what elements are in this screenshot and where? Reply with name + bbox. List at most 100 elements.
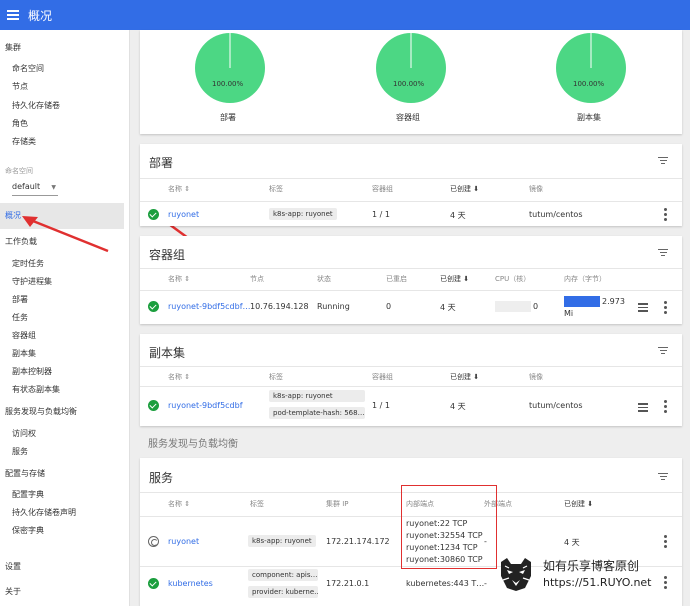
- sidebar-item-secrets[interactable]: 保密字典: [12, 525, 129, 536]
- sidebar-item-namespaces[interactable]: 命名空间: [12, 63, 129, 74]
- donut-label: 容器组: [396, 113, 420, 122]
- label-chip: k8s-app: ruyonet: [248, 535, 316, 547]
- more-vert-icon[interactable]: [664, 400, 667, 413]
- section-header-discovery: 服务发现与负载均衡: [148, 439, 238, 450]
- sidebar-item-deployments[interactable]: 部署: [12, 294, 129, 305]
- sidebar-item-jobs[interactable]: 任务: [12, 312, 129, 323]
- replicaset-name-link[interactable]: ruyonet-9bdf5cdbf: [168, 401, 243, 410]
- watermark-title: 如有乐享博客原创: [543, 559, 640, 573]
- status-pending-icon: [148, 536, 159, 547]
- label-chip: provider: kuberne…: [248, 586, 318, 598]
- logs-icon[interactable]: [638, 303, 648, 312]
- sidebar-item-storage-classes[interactable]: 存储类: [12, 136, 129, 147]
- logs-icon[interactable]: [638, 403, 648, 412]
- more-vert-icon[interactable]: [664, 301, 667, 314]
- replicasets-card: 副本集 名称 ⇕ 标签 容器组 已创建 ⬇ 镜像 ruyonet-9bdf5cd…: [140, 334, 682, 426]
- label-chip: component: apis…: [248, 569, 318, 581]
- internal-endpoint: kubernetes:443 T…: [406, 579, 485, 588]
- sidebar-item-settings[interactable]: 设置: [5, 561, 129, 572]
- sidebar-item-configmaps[interactable]: 配置字典: [12, 489, 129, 500]
- filter-icon[interactable]: [658, 157, 668, 164]
- sidebar: 集群 命名空间 节点 持久化存储卷 角色 存储类 命名空间 default ▼ …: [0, 30, 130, 606]
- deployment-name-link[interactable]: ruyonet: [168, 210, 199, 219]
- sidebar-item-nodes[interactable]: 节点: [12, 81, 129, 92]
- sidebar-item-daemonsets[interactable]: 守护进程集: [12, 276, 129, 287]
- table-row: ruyonet k8s-app: ruyonet 1 / 1 4 天 tutum…: [140, 201, 682, 226]
- column-header: 镜像: [529, 373, 543, 381]
- column-header[interactable]: 名称 ⇕: [168, 372, 190, 382]
- pod-status: Running: [317, 302, 350, 311]
- more-vert-icon[interactable]: [664, 208, 667, 221]
- column-header[interactable]: 名称 ⇕: [168, 274, 190, 284]
- sidebar-item-pods[interactable]: 容器组: [12, 330, 129, 341]
- column-header: 节点: [250, 275, 264, 283]
- top-bar: 概况: [0, 0, 690, 30]
- sidebar-item-persistent-volumes[interactable]: 持久化存储卷: [12, 100, 129, 111]
- filter-icon[interactable]: [658, 473, 668, 480]
- sidebar-item-pvc[interactable]: 持久化存储卷声明: [12, 507, 129, 518]
- card-title: 副本集: [149, 346, 186, 360]
- deployments-card: 部署 名称 ⇕ 标签 容器组 已创建 ⬇ 镜像 ruyonet k8s-app:…: [140, 144, 682, 226]
- card-title: 部署: [149, 156, 174, 170]
- sidebar-item-replicasets[interactable]: 副本集: [12, 348, 129, 359]
- hamburger-menu-icon[interactable]: [7, 10, 19, 20]
- sidebar-item-discovery[interactable]: 服务发现与负载均衡: [5, 406, 129, 417]
- more-vert-icon[interactable]: [664, 576, 667, 589]
- donut-chart-deployments: [195, 33, 265, 103]
- sidebar-item-ingress[interactable]: 访问权: [12, 428, 129, 439]
- namespace-select[interactable]: default ▼: [12, 182, 58, 196]
- namespace-label: 命名空间: [5, 167, 33, 175]
- column-header[interactable]: 名称 ⇕: [168, 184, 190, 194]
- sidebar-item-replication-controllers[interactable]: 副本控制器: [12, 366, 129, 377]
- sidebar-item-cronjobs[interactable]: 定时任务: [12, 258, 129, 269]
- column-header: 容器组: [372, 373, 393, 381]
- sidebar-item-services[interactable]: 服务: [12, 446, 129, 457]
- donut-label: 副本集: [577, 113, 601, 122]
- watermark-url: https://51.RUYO.net: [543, 576, 652, 589]
- donut-percent: 100.00%: [393, 80, 425, 88]
- label-chip: k8s-app: ruyonet: [269, 208, 337, 220]
- sidebar-item-cluster[interactable]: 集群: [5, 42, 129, 53]
- sidebar-item-config-storage[interactable]: 配置与存储: [5, 468, 129, 479]
- card-title: 容器组: [149, 248, 186, 262]
- filter-icon[interactable]: [658, 347, 668, 354]
- sidebar-item-statefulsets[interactable]: 有状态副本集: [12, 384, 129, 395]
- label-chip: pod-template-hash: 568…: [269, 407, 365, 419]
- donut-label: 部署: [220, 113, 236, 122]
- column-header[interactable]: 已创建 ⬇: [440, 274, 469, 284]
- annotation-arrow-overview: [22, 216, 109, 253]
- sidebar-item-about[interactable]: 关于: [5, 586, 129, 597]
- more-vert-icon[interactable]: [664, 535, 667, 548]
- table-row: ruyonet-9bdf5cdbf… 10.76.194.128 Running…: [140, 290, 682, 324]
- status-ok-icon: [148, 578, 159, 589]
- caret-down-icon: ▼: [51, 184, 56, 191]
- column-header[interactable]: 已创建 ⬇: [564, 499, 593, 509]
- donut-chart-pods: [376, 33, 446, 103]
- pod-name-link[interactable]: ruyonet-9bdf5cdbf…: [168, 302, 251, 311]
- status-ok-icon: [148, 209, 159, 220]
- pods-count: 1 / 1: [372, 401, 390, 410]
- external-endpoint: -: [484, 579, 487, 588]
- column-header: 已重启: [386, 275, 407, 283]
- filter-icon[interactable]: [658, 249, 668, 256]
- created-age: 4 天: [440, 303, 456, 312]
- image-name: tutum/centos: [529, 401, 583, 410]
- namespace-value: default: [12, 182, 41, 191]
- label-chip: k8s-app: ruyonet: [269, 390, 365, 402]
- column-header[interactable]: 已创建 ⬇: [450, 372, 479, 382]
- sidebar-item-roles[interactable]: 角色: [12, 118, 129, 129]
- page-title: 概况: [28, 8, 53, 23]
- service-name-link[interactable]: kubernetes: [168, 579, 213, 588]
- table-header: 名称 ⇕ 节点 状态 已重启 已创建 ⬇ CPU（核） 内存（字节）: [140, 268, 682, 290]
- cluster-ip: 172.21.174.172: [326, 537, 390, 546]
- pods-count: 1 / 1: [372, 210, 390, 219]
- column-header: 状态: [317, 275, 331, 283]
- card-title: 服务: [149, 471, 174, 485]
- column-header: 标签: [269, 373, 283, 381]
- column-header[interactable]: 已创建 ⬇: [450, 184, 479, 194]
- column-header: 容器组: [372, 185, 393, 193]
- pods-card: 容器组 名称 ⇕ 节点 状态 已重启 已创建 ⬇ CPU（核） 内存（字节） r…: [140, 236, 682, 324]
- service-name-link[interactable]: ruyonet: [168, 537, 199, 546]
- cluster-ip: 172.21.0.1: [326, 579, 370, 588]
- column-header[interactable]: 名称 ⇕: [168, 499, 190, 509]
